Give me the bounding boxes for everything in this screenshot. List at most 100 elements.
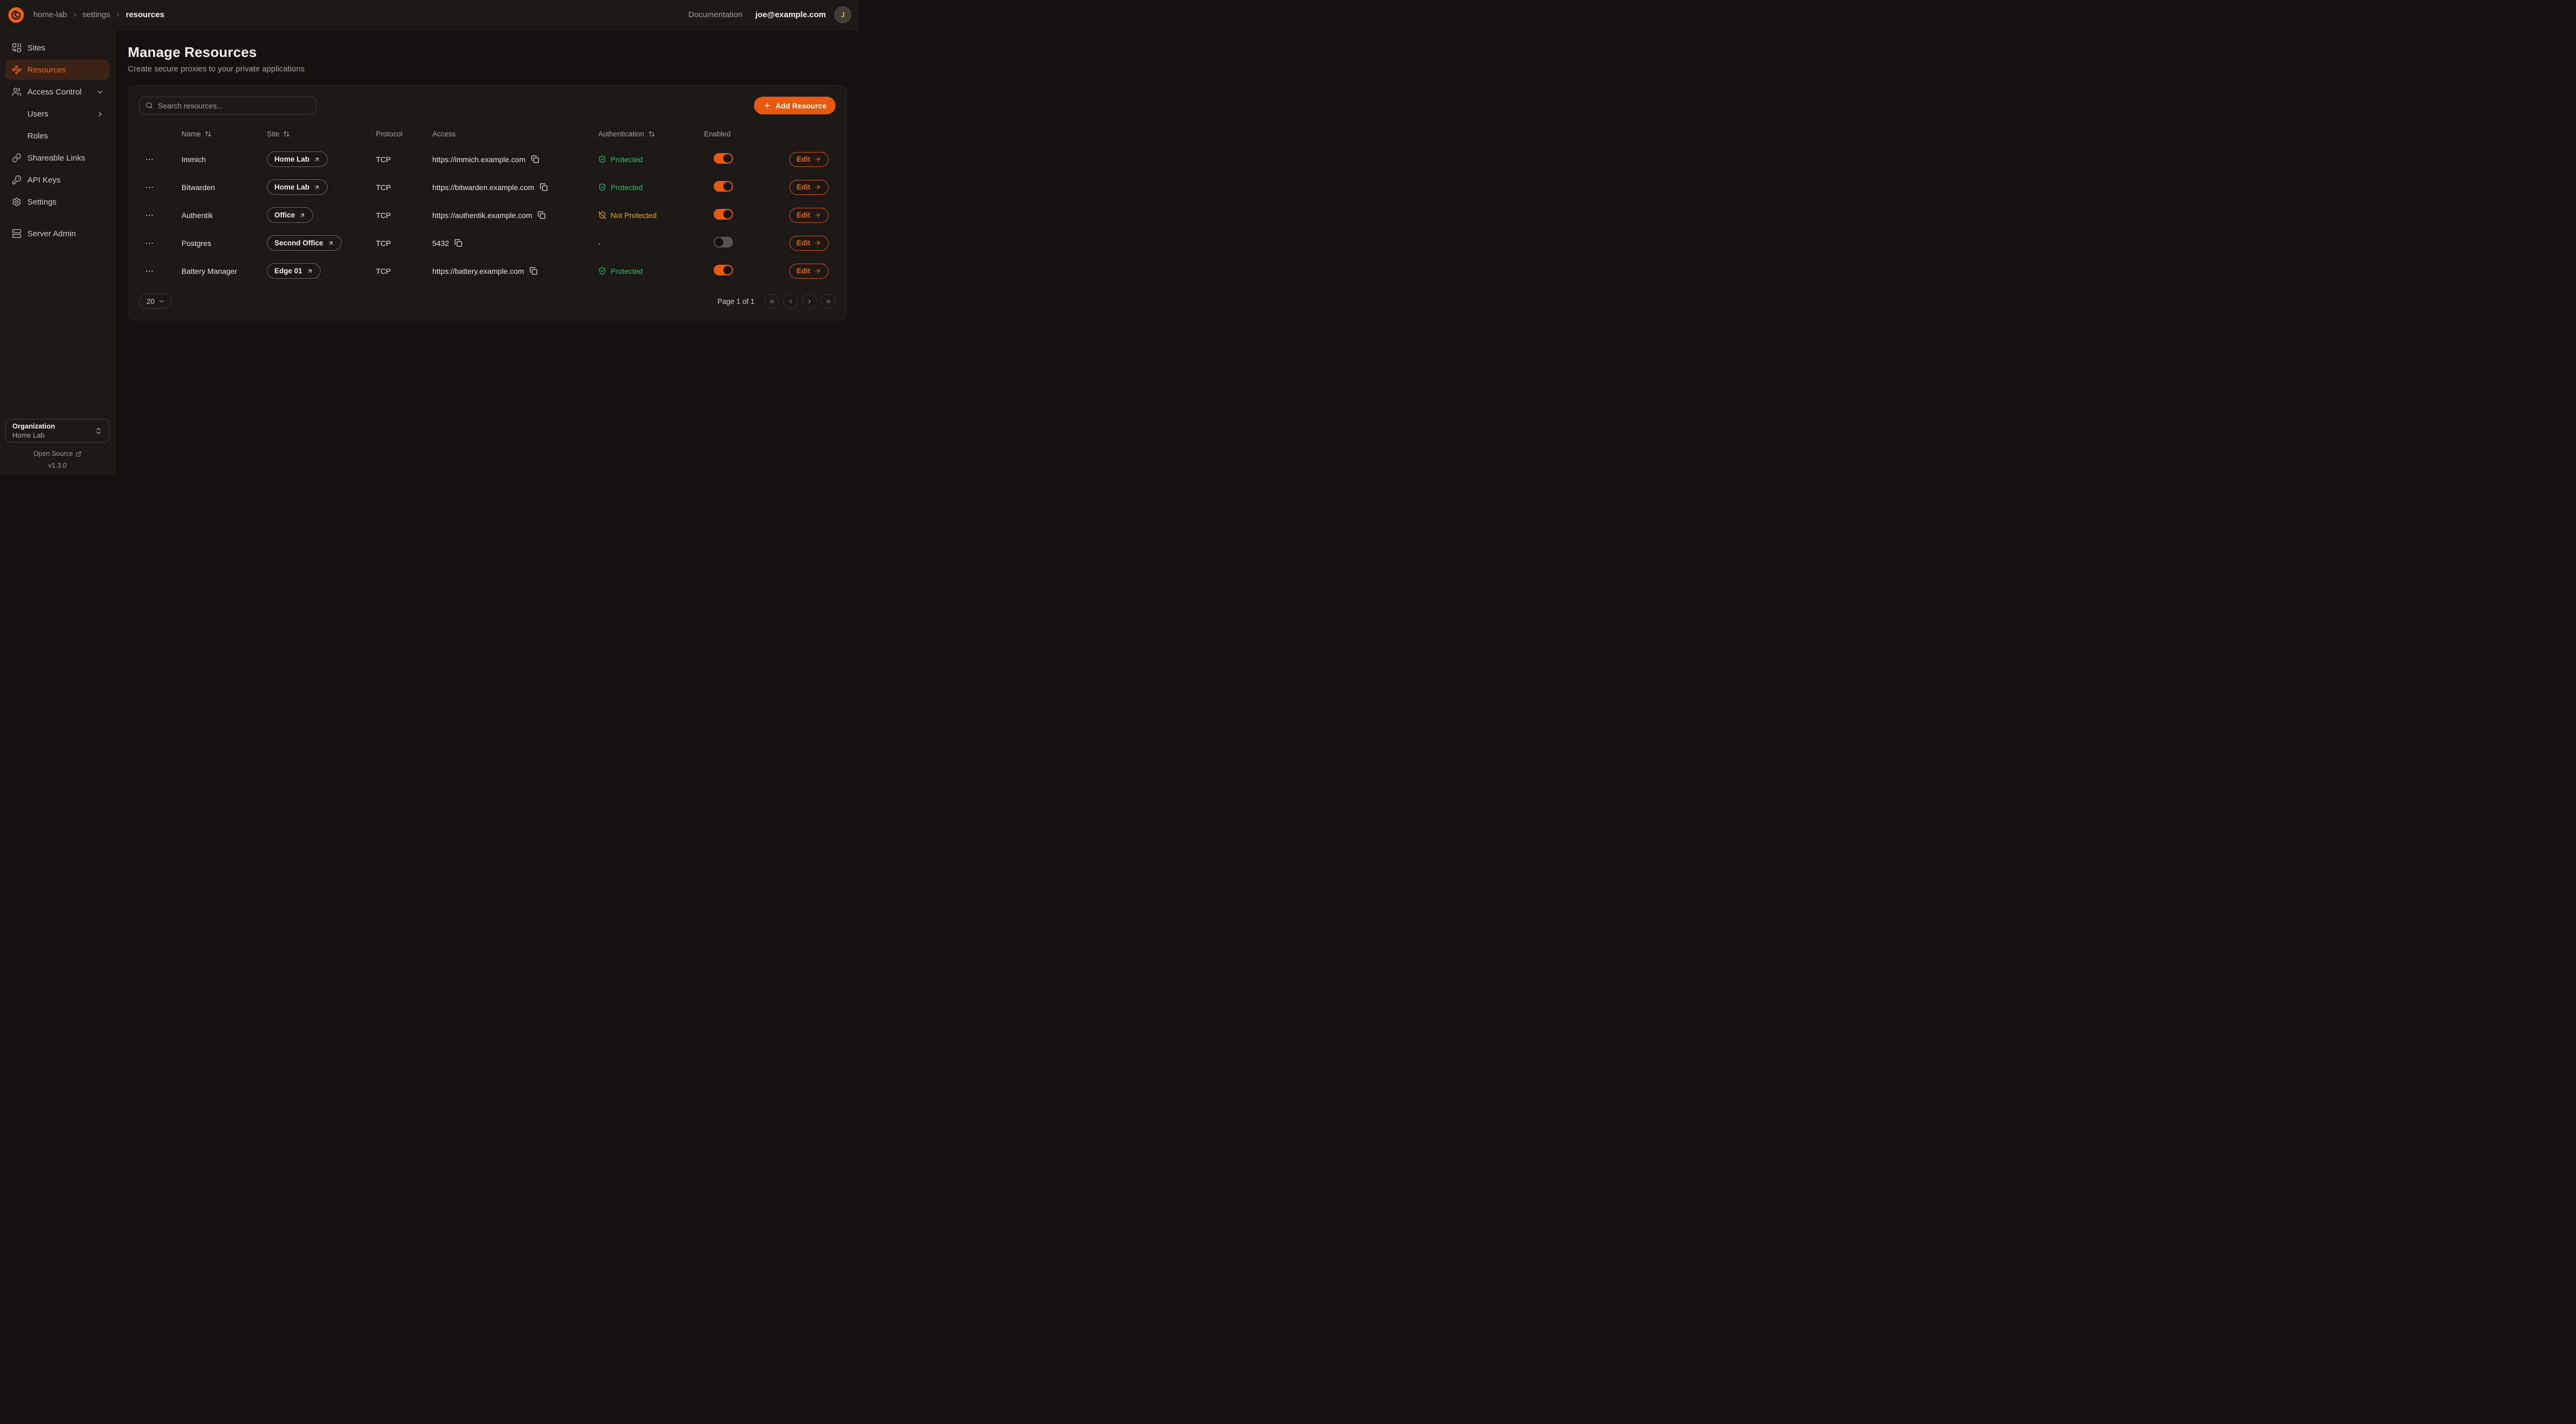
breadcrumb-settings[interactable]: settings — [83, 10, 111, 19]
table-body: ⋯ Immich Home Lab TCP https://immich.exa… — [139, 146, 836, 285]
chevrons-left-icon — [768, 298, 775, 305]
toggle-knob — [723, 210, 732, 219]
row-menu-button[interactable]: ⋯ — [145, 182, 158, 193]
first-page-button[interactable] — [764, 294, 779, 309]
edit-button[interactable]: Edit — [789, 236, 829, 251]
copy-button[interactable] — [538, 211, 546, 219]
page-subtitle: Create secure proxies to your private ap… — [128, 64, 847, 74]
table-row: ⋯ Postgres Second Office TCP 5432 - Edit — [139, 229, 836, 257]
row-menu-icon: ⋯ — [145, 211, 154, 220]
page-size-value: 20 — [147, 297, 155, 306]
sidebar-item-label: Access Control — [27, 88, 82, 97]
sidebar-item-label: Users — [27, 110, 48, 119]
arrow-up-right-icon — [307, 268, 313, 274]
external-link-icon — [76, 451, 82, 457]
chevron-down-icon — [96, 88, 104, 96]
previous-page-button[interactable] — [783, 294, 798, 309]
copy-icon — [529, 267, 538, 275]
open-source-label: Open Source — [33, 450, 73, 457]
copy-icon — [538, 211, 546, 219]
header-authentication[interactable]: Authentication — [598, 130, 704, 138]
users-icon — [12, 87, 21, 97]
row-menu-button[interactable]: ⋯ — [145, 210, 158, 221]
auth-status: Protected — [598, 155, 704, 164]
edit-button[interactable]: Edit — [789, 152, 829, 167]
enabled-toggle[interactable] — [714, 153, 733, 164]
copy-icon — [540, 183, 548, 191]
shield-check-icon — [598, 267, 606, 275]
enabled-toggle[interactable] — [714, 265, 733, 275]
copy-button[interactable] — [454, 239, 462, 247]
row-menu-button[interactable]: ⋯ — [145, 238, 158, 249]
site-link-button[interactable]: Office — [267, 207, 313, 223]
sidebar-item-shareable-links[interactable]: Shareable Links — [5, 148, 110, 168]
organization-picker-title: Organization — [12, 422, 55, 430]
header-protocol: Protocol — [376, 130, 432, 138]
row-menu-icon: ⋯ — [145, 267, 154, 276]
sidebar-item-sites[interactable]: Sites — [5, 38, 110, 58]
page-size-select[interactable]: 20 — [139, 294, 172, 309]
arrow-right-icon — [814, 156, 821, 163]
sidebar-item-label: API Keys — [27, 176, 61, 185]
sidebar-item-access-control[interactable]: Access Control — [5, 82, 110, 102]
edit-label: Edit — [797, 239, 811, 247]
key-icon — [12, 175, 21, 185]
auth-label: Not Protected — [611, 211, 657, 220]
chevron-right-icon — [71, 11, 78, 18]
breadcrumb-home-lab[interactable]: home-lab — [33, 10, 67, 19]
sidebar-item-roles[interactable]: Roles — [5, 126, 110, 146]
sidebar-item-users[interactable]: Users — [5, 104, 110, 124]
enabled-toggle[interactable] — [714, 209, 733, 220]
pangolin-logo-icon[interactable] — [8, 6, 25, 24]
search-input[interactable] — [158, 101, 310, 110]
toggle-knob — [723, 154, 732, 163]
header-name[interactable]: Name — [182, 130, 267, 138]
copy-button[interactable] — [531, 155, 539, 163]
site-label: Edge 01 — [274, 267, 302, 275]
chevron-right-icon — [114, 11, 121, 18]
app-version: v1.3.0 — [5, 462, 110, 469]
enabled-toggle[interactable] — [714, 181, 733, 192]
enabled-toggle[interactable] — [714, 237, 733, 248]
sidebar-item-api-keys[interactable]: API Keys — [5, 170, 110, 190]
copy-button[interactable] — [540, 183, 548, 191]
sort-icon — [283, 130, 290, 137]
last-page-button[interactable] — [821, 294, 836, 309]
edit-button[interactable]: Edit — [789, 264, 829, 279]
edit-button[interactable]: Edit — [789, 180, 829, 195]
next-page-button[interactable] — [802, 294, 817, 309]
site-link-button[interactable]: Second Office — [267, 235, 342, 251]
avatar[interactable]: J — [835, 6, 851, 23]
row-menu-button[interactable]: ⋯ — [145, 154, 158, 165]
resource-protocol: TCP — [376, 183, 432, 192]
sidebar-item-settings[interactable]: Settings — [5, 192, 110, 212]
chevrons-up-down-icon — [95, 427, 103, 435]
site-label: Home Lab — [274, 155, 309, 163]
sidebar-item-label: Resources — [27, 66, 66, 75]
header-enabled: Enabled — [704, 130, 766, 138]
site-link-button[interactable]: Home Lab — [267, 151, 328, 167]
sidebar-item-server-admin[interactable]: Server Admin — [5, 223, 110, 244]
row-menu-button[interactable]: ⋯ — [145, 266, 158, 277]
copy-button[interactable] — [529, 267, 538, 275]
header-site[interactable]: Site — [267, 130, 376, 138]
sidebar-divider — [0, 217, 115, 218]
resource-protocol: TCP — [376, 239, 432, 248]
arrow-right-icon — [814, 184, 821, 191]
sidebar-item-label: Roles — [27, 132, 48, 141]
resources-card: Add Resource Name Site Protocol Access — [128, 85, 847, 320]
sidebar-item-resources[interactable]: Resources — [5, 60, 110, 80]
shield-off-icon — [598, 211, 606, 219]
link-icon — [12, 153, 21, 163]
auth-label: Protected — [611, 155, 643, 164]
auth-label: Protected — [611, 267, 643, 275]
site-link-button[interactable]: Edge 01 — [267, 263, 321, 279]
site-link-button[interactable]: Home Lab — [267, 179, 328, 195]
documentation-link[interactable]: Documentation — [688, 10, 743, 19]
organization-picker[interactable]: Organization Home Lab — [5, 419, 110, 442]
open-source-link[interactable]: Open Source — [5, 450, 110, 457]
add-resource-button[interactable]: Add Resource — [754, 97, 836, 114]
user-email[interactable]: joe@example.com — [756, 10, 826, 19]
edit-button[interactable]: Edit — [789, 208, 829, 223]
toggle-knob — [715, 238, 723, 246]
